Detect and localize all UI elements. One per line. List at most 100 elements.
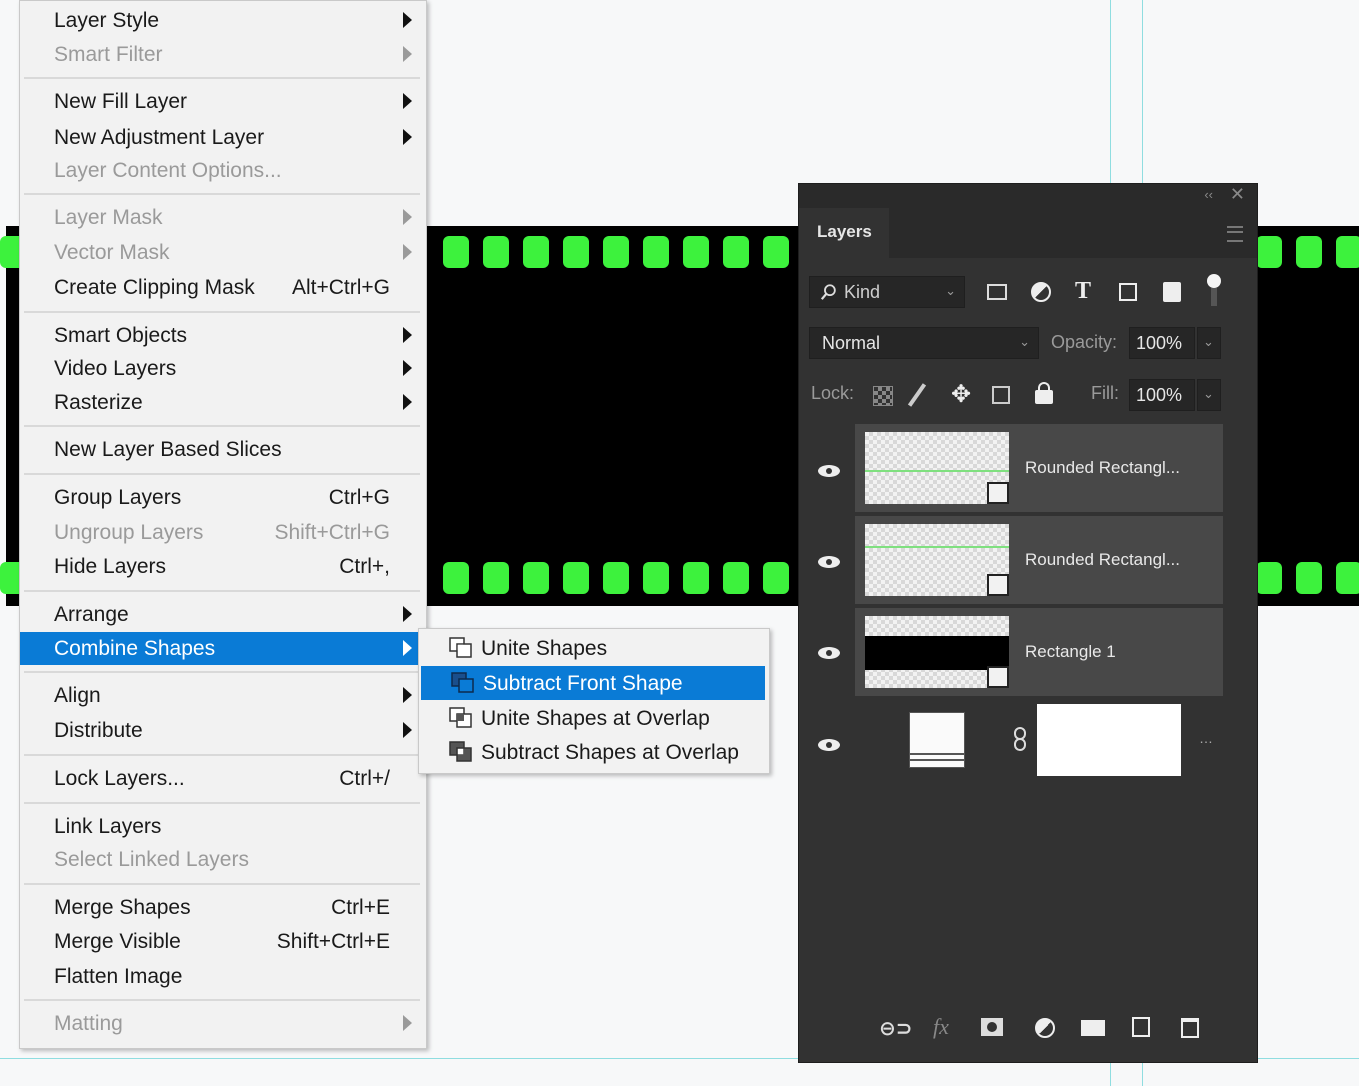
filter-toggle-icon[interactable] — [1207, 274, 1221, 288]
opacity-dropdown[interactable]: ⌄ — [1197, 327, 1221, 359]
menu-item-merge-shapes[interactable]: Merge Shapes Ctrl+E — [20, 891, 424, 924]
menu-separator — [24, 590, 420, 592]
menu-item-matting[interactable]: Matting — [20, 1007, 424, 1040]
menu-separator — [24, 671, 420, 673]
menu-item-ungroup-layers[interactable]: Ungroup Layers Shift+Ctrl+G — [20, 516, 424, 549]
menu-item-select-linked-layers[interactable]: Select Linked Layers — [20, 843, 424, 876]
menu-item-flatten-image[interactable]: Flatten Image — [20, 960, 424, 993]
menu-separator — [24, 311, 420, 313]
lock-image-pixels-icon[interactable] — [907, 383, 927, 407]
lock-artboard-icon[interactable] — [992, 386, 1010, 404]
film-hole — [723, 236, 749, 268]
add-mask-icon[interactable] — [981, 1018, 1003, 1036]
tab-layers[interactable]: Layers — [805, 208, 889, 258]
fill-value: 100% — [1136, 385, 1183, 405]
lock-all-icon[interactable] — [1035, 382, 1053, 404]
lock-transparent-pixels-icon[interactable] — [873, 386, 893, 406]
trash-icon[interactable] — [1181, 1018, 1199, 1038]
filter-type-layers-icon[interactable]: T — [1075, 278, 1091, 305]
menu-item-vector-mask[interactable]: Vector Mask — [20, 236, 424, 269]
new-layer-icon[interactable] — [1132, 1017, 1150, 1037]
filter-kind-select[interactable]: Kind ⌄ — [809, 276, 965, 308]
filter-shape-layers-icon[interactable] — [1119, 283, 1137, 301]
layer-thumbnail — [865, 432, 1009, 504]
menu-item-label: Subtract Shapes at Overlap — [481, 741, 739, 764]
menu-item-video-layers[interactable]: Video Layers — [20, 352, 424, 385]
menu-item-create-clipping-mask[interactable]: Create Clipping Mask Alt+Ctrl+G — [20, 271, 424, 304]
submenu-arrow-icon — [403, 327, 412, 343]
exclude-overlap-icon — [449, 741, 472, 762]
lock-position-icon[interactable]: ✥ — [951, 380, 971, 409]
shape-layer-icon — [987, 482, 1009, 504]
layer-row[interactable]: … — [855, 700, 1223, 788]
menu-item-label: Smart Filter — [54, 43, 163, 66]
menu-item-new-fill-layer[interactable]: New Fill Layer — [20, 85, 424, 118]
chain-link-icon[interactable] — [1013, 726, 1027, 752]
menu-item-unite-shapes-at-overlap[interactable]: Unite Shapes at Overlap — [419, 701, 767, 735]
menu-item-smart-objects[interactable]: Smart Objects — [20, 319, 424, 352]
film-hole — [603, 236, 629, 268]
subtract-front-shape-icon — [451, 672, 474, 693]
eye-icon[interactable] — [817, 646, 841, 660]
eye-icon[interactable] — [817, 555, 841, 569]
layer-row[interactable]: Rounded Rectangl... — [855, 424, 1223, 512]
new-adjustment-layer-icon[interactable] — [1035, 1018, 1055, 1038]
menu-item-layer-style[interactable]: Layer Style — [20, 4, 424, 37]
intersect-shapes-icon — [449, 707, 472, 728]
film-hole — [1296, 236, 1322, 268]
layer-name: Rounded Rectangl... — [1025, 550, 1180, 569]
eye-icon[interactable] — [817, 464, 841, 478]
menu-item-distribute[interactable]: Distribute — [20, 714, 424, 747]
layer-row[interactable]: Rounded Rectangl... — [855, 516, 1223, 604]
menu-item-label: Layer Style — [54, 9, 160, 32]
panel-menu-icon[interactable] — [1227, 226, 1243, 242]
link-layers-icon[interactable]: ⊖⊃ — [879, 1016, 913, 1041]
menu-item-layer-content-options[interactable]: Layer Content Options... — [20, 154, 424, 187]
collapse-panel-icon[interactable]: ‹‹ — [1204, 187, 1213, 202]
blend-mode-select[interactable]: Normal ⌄ — [809, 327, 1039, 359]
filter-smart-objects-icon[interactable] — [1163, 282, 1181, 302]
menu-item-align[interactable]: Align — [20, 679, 424, 712]
menu-item-new-adjustment-layer[interactable]: New Adjustment Layer — [20, 121, 424, 154]
menu-item-arrange[interactable]: Arrange — [20, 598, 424, 631]
menu-item-unite-shapes[interactable]: Unite Shapes — [419, 631, 767, 665]
menu-separator — [24, 77, 420, 79]
menu-item-label: Lock Layers... — [54, 767, 185, 790]
opacity-input[interactable]: 100% — [1129, 327, 1195, 359]
menu-item-layer-mask[interactable]: Layer Mask — [20, 201, 424, 234]
menu-item-label: Link Layers — [54, 815, 162, 838]
submenu-arrow-icon — [403, 606, 412, 622]
filter-pixel-layers-icon[interactable] — [987, 284, 1007, 300]
menu-item-link-layers[interactable]: Link Layers — [20, 810, 424, 843]
filter-toggle-track — [1211, 288, 1217, 306]
menu-item-smart-filter[interactable]: Smart Filter — [20, 38, 424, 71]
menu-item-combine-shapes[interactable]: Combine Shapes — [20, 632, 424, 665]
film-hole — [763, 236, 789, 268]
menu-item-label: Matting — [54, 1012, 123, 1035]
filter-adjustment-layers-icon[interactable] — [1031, 282, 1051, 302]
menu-item-merge-visible[interactable]: Merge Visible Shift+Ctrl+E — [20, 925, 424, 958]
menu-item-rasterize[interactable]: Rasterize — [20, 386, 424, 419]
eye-icon[interactable] — [817, 738, 841, 752]
fill-input[interactable]: 100% — [1129, 379, 1195, 411]
menu-item-label: New Fill Layer — [54, 90, 188, 113]
film-hole — [603, 562, 629, 594]
menu-item-subtract-shapes-at-overlap[interactable]: Subtract Shapes at Overlap — [419, 735, 767, 769]
menu-item-shortcut: Ctrl+E — [331, 896, 390, 919]
more-options-icon[interactable]: … — [1199, 730, 1213, 746]
panel-tab-strip — [889, 208, 1257, 258]
menu-item-lock-layers[interactable]: Lock Layers... Ctrl+/ — [20, 762, 424, 795]
menu-item-hide-layers[interactable]: Hide Layers Ctrl+, — [20, 550, 424, 583]
filter-kind-label: Kind — [844, 282, 881, 302]
layer-row[interactable]: Rectangle 1 — [855, 608, 1223, 696]
fill-dropdown[interactable]: ⌄ — [1197, 379, 1221, 411]
menu-item-subtract-front-shape[interactable]: Subtract Front Shape — [421, 666, 765, 700]
menu-item-label: New Adjustment Layer — [54, 126, 265, 149]
menu-item-label: Video Layers — [54, 357, 177, 380]
panel-title-bar: ‹‹ ✕ — [799, 184, 1257, 208]
layer-style-fx-icon[interactable]: fx — [933, 1014, 949, 1040]
new-group-folder-icon[interactable] — [1081, 1020, 1105, 1036]
close-icon[interactable]: ✕ — [1230, 184, 1245, 205]
menu-item-new-layer-based-slices[interactable]: New Layer Based Slices — [20, 433, 424, 466]
menu-item-group-layers[interactable]: Group Layers Ctrl+G — [20, 481, 424, 514]
